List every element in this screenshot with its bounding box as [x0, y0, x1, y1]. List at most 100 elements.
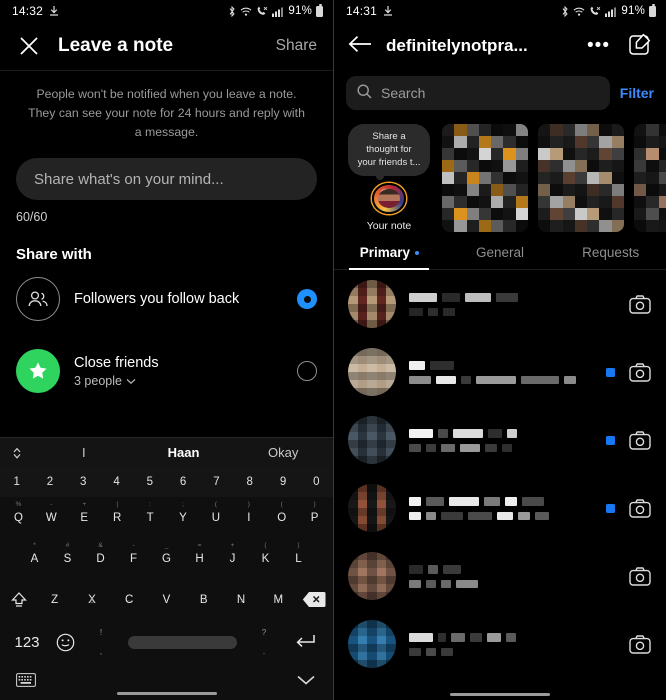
hide-keyboard-icon[interactable]	[295, 673, 317, 692]
compose-icon[interactable]	[628, 32, 652, 61]
key-0[interactable]: 0	[300, 476, 333, 488]
avatar-pixel	[646, 136, 659, 148]
key-label: R	[113, 511, 122, 524]
key-9[interactable]: 9	[266, 476, 299, 488]
radio-selected[interactable]	[297, 289, 317, 310]
camera-icon[interactable]	[628, 362, 652, 382]
chat-row[interactable]	[334, 270, 666, 338]
avatar[interactable]	[348, 620, 396, 668]
key-p[interactable]: ) P	[298, 497, 331, 538]
camera-icon[interactable]	[628, 498, 652, 518]
key-t[interactable]: :T	[134, 497, 167, 538]
chat-row[interactable]	[334, 610, 666, 678]
tab-primary[interactable]: Primary	[334, 236, 445, 270]
key-x[interactable]: $ X	[73, 594, 110, 606]
key-c[interactable]: ~ C	[111, 594, 148, 606]
camera-icon[interactable]	[628, 430, 652, 450]
key-g[interactable]: _ G	[150, 538, 183, 579]
filter-button[interactable]: Filter	[620, 85, 654, 101]
key-6[interactable]: 6	[166, 476, 199, 488]
emoji-icon[interactable]	[48, 633, 82, 652]
enter-icon[interactable]	[283, 632, 327, 652]
keyboard-icon[interactable]	[16, 672, 36, 692]
backspace-icon[interactable]	[297, 591, 331, 608]
avatar-pixel	[367, 432, 377, 440]
chat-row[interactable]	[334, 338, 666, 406]
chevron-updown-icon[interactable]	[0, 446, 34, 460]
blurred-text-block	[409, 647, 421, 656]
key-f[interactable]: -F	[117, 538, 150, 579]
key-d[interactable]: & D	[84, 538, 117, 579]
key-4[interactable]: 4	[100, 476, 133, 488]
camera-icon[interactable]	[628, 294, 652, 314]
space-key[interactable]	[128, 635, 237, 649]
avatar-pixel	[386, 372, 396, 380]
key-h[interactable]: = H	[183, 538, 216, 579]
key-w[interactable]: -W	[35, 497, 68, 538]
your-note-bubble[interactable]: Share a thought for your friends t...	[348, 124, 430, 181]
dm-username[interactable]: definitelynotpra...	[386, 36, 569, 56]
blurred-text-block	[426, 511, 436, 520]
option-sublabel-wrapper[interactable]: 3 people	[74, 374, 283, 388]
key-q[interactable]: % Q	[2, 497, 35, 538]
avatar-pixel	[357, 508, 368, 516]
note-card[interactable]	[538, 124, 624, 232]
key-1[interactable]: 1	[0, 476, 33, 488]
avatar[interactable]	[348, 416, 396, 464]
close-icon[interactable]	[16, 33, 42, 59]
key-m[interactable]: / M	[260, 594, 297, 606]
more-horizontal-icon[interactable]: •••	[583, 35, 614, 57]
key-i[interactable]: ) I	[232, 497, 265, 538]
chat-row[interactable]	[334, 406, 666, 474]
avatar[interactable]	[348, 484, 396, 532]
camera-icon[interactable]	[628, 634, 652, 654]
key-b[interactable]: ! B	[185, 594, 222, 606]
share-button[interactable]: Share	[276, 37, 317, 55]
search-input[interactable]: Search	[346, 76, 610, 110]
numeric-toggle-button[interactable]: 123	[6, 634, 48, 651]
chat-row[interactable]	[334, 474, 666, 542]
suggestion-0[interactable]: I	[34, 445, 134, 460]
note-card[interactable]	[442, 124, 528, 232]
key-3[interactable]: 3	[67, 476, 100, 488]
shift-icon[interactable]	[2, 590, 36, 610]
radio-unselected[interactable]	[297, 361, 317, 382]
your-note-item[interactable]: Share a thought for your friends t... Yo…	[346, 124, 432, 232]
notes-carousel[interactable]: Share a thought for your friends t... Yo…	[334, 118, 666, 236]
avatar-pixel	[562, 124, 575, 136]
comma-key[interactable]: ! ,	[82, 620, 120, 664]
key-8[interactable]: 8	[233, 476, 266, 488]
camera-icon[interactable]	[628, 566, 652, 586]
key-j[interactable]: + J	[216, 538, 249, 579]
key-2[interactable]: 2	[33, 476, 66, 488]
option-close-friends[interactable]: Close friends 3 people	[0, 335, 333, 407]
key-k[interactable]: (K	[249, 538, 282, 579]
note-input[interactable]: Share what's on your mind...	[16, 158, 317, 201]
key-n[interactable]: ? N	[222, 594, 259, 606]
tab-requests[interactable]: Requests	[555, 236, 666, 269]
avatar[interactable]	[348, 280, 396, 328]
avatar[interactable]	[372, 183, 406, 214]
key-r[interactable]: | R	[101, 497, 134, 538]
key-u[interactable]: (U	[199, 497, 232, 538]
key-s[interactable]: # S	[51, 538, 84, 579]
key-e[interactable]: + E	[68, 497, 101, 538]
suggestion-1[interactable]: Haan	[134, 445, 234, 460]
key-z[interactable]: " Z	[36, 594, 73, 606]
period-key[interactable]: ? .	[245, 620, 283, 664]
note-card[interactable]	[634, 124, 666, 232]
key-v[interactable]: · V	[148, 594, 185, 606]
key-a[interactable]: * A	[18, 538, 51, 579]
avatar[interactable]	[348, 552, 396, 600]
tab-general[interactable]: General	[445, 236, 556, 269]
avatar[interactable]	[348, 348, 396, 396]
key-7[interactable]: 7	[200, 476, 233, 488]
key-o[interactable]: (O	[265, 497, 298, 538]
key-5[interactable]: 5	[133, 476, 166, 488]
option-followers-you-follow-back[interactable]: Followers you follow back	[0, 263, 333, 335]
chat-row[interactable]	[334, 542, 666, 610]
key-y[interactable]: ; Y	[167, 497, 200, 538]
suggestion-2[interactable]: Okay	[233, 445, 333, 460]
back-arrow-icon[interactable]	[348, 35, 372, 58]
key-l[interactable]: ) L	[282, 538, 315, 579]
